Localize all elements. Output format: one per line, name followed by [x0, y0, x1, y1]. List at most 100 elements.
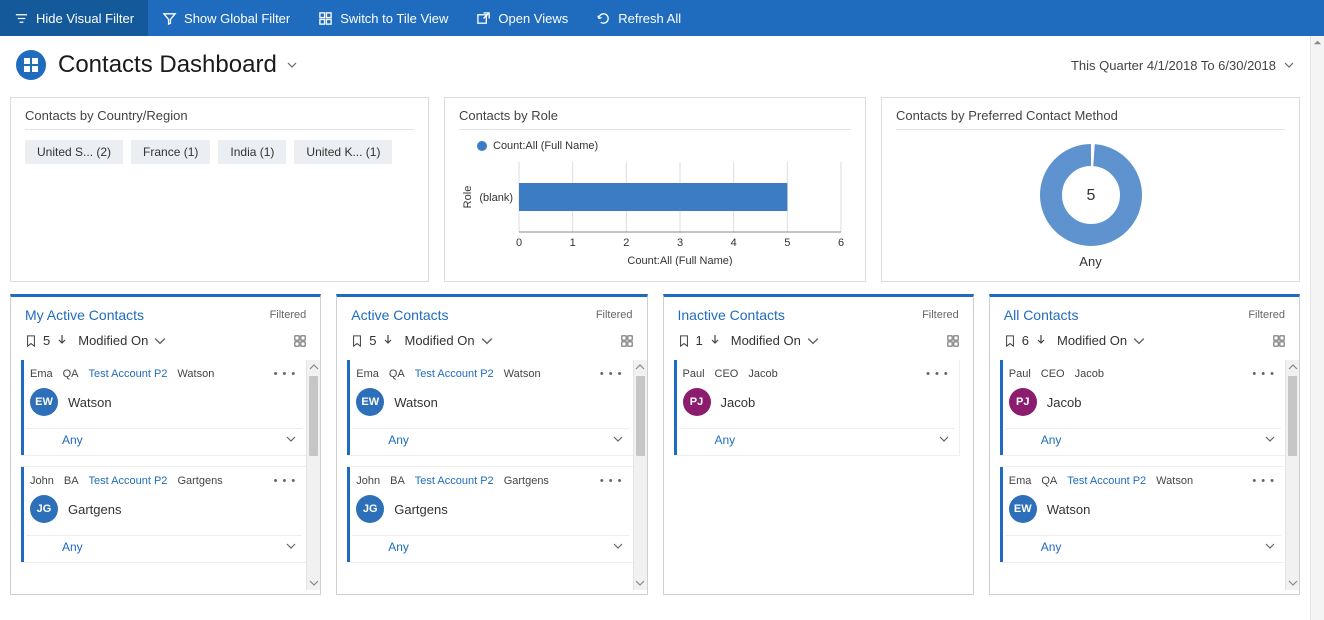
cmd-switch-to-tile-view[interactable]: Switch to Tile View [304, 0, 462, 36]
card-expand-icon[interactable] [1265, 433, 1275, 447]
svg-text:0: 0 [516, 237, 522, 249]
list-title[interactable]: All Contacts [1004, 307, 1079, 323]
panel-country-region: Contacts by Country/Region United S... (… [10, 97, 429, 282]
card-meta: John [30, 475, 54, 487]
avatar: PJ [1009, 388, 1037, 416]
scroll-thumb[interactable] [309, 376, 318, 456]
card-meta: Ema [1009, 475, 1032, 487]
card-meta[interactable]: Test Account P2 [89, 475, 168, 487]
sort-field[interactable]: Modified On [78, 333, 166, 348]
avatar: JG [356, 495, 384, 523]
card-meta: Watson [504, 368, 541, 380]
scroll-up-icon[interactable] [1286, 360, 1299, 374]
chip[interactable]: France (1) [131, 140, 210, 164]
contact-card[interactable]: JohnBATest Account P2Gartgens • • • JG G… [347, 467, 632, 562]
stream-icon[interactable] [1004, 335, 1016, 347]
cmd-refresh-all[interactable]: Refresh All [582, 0, 695, 36]
list-title[interactable]: Active Contacts [351, 307, 448, 323]
contact-card[interactable]: EmaQATest Account P2Watson • • • EW Wats… [21, 360, 306, 455]
card-meta[interactable]: Test Account P2 [415, 368, 494, 380]
sort-dir-icon[interactable] [56, 333, 68, 348]
stream-icon[interactable] [351, 335, 363, 347]
card-meta[interactable]: Test Account P2 [89, 368, 168, 380]
card-expand-icon[interactable] [939, 433, 949, 447]
filtered-label: Filtered [922, 309, 959, 321]
cmd-label: Hide Visual Filter [36, 11, 134, 26]
sort-dir-icon[interactable] [382, 333, 394, 348]
avatar: JG [30, 495, 58, 523]
card-meta: Gartgens [504, 475, 549, 487]
bar-chart[interactable]: 0123456(blank)RoleCount:All (Full Name) [459, 156, 851, 266]
list-scrollbar[interactable] [633, 360, 647, 590]
scroll-down-icon[interactable] [634, 576, 647, 590]
legend-label: Count:All (Full Name) [493, 140, 598, 152]
svg-text:Count:All (Full Name): Count:All (Full Name) [627, 255, 732, 266]
card-more-icon[interactable]: • • • [272, 368, 299, 380]
card-expand-icon[interactable] [286, 540, 296, 554]
card-more-icon[interactable]: • • • [1250, 475, 1277, 487]
card-more-icon[interactable]: • • • [924, 368, 951, 380]
sort-field[interactable]: Modified On [731, 333, 819, 348]
card-meta: Paul [683, 368, 705, 380]
card-more-icon[interactable]: • • • [598, 368, 625, 380]
title-dropdown[interactable] [287, 60, 297, 70]
list-title[interactable]: Inactive Contacts [678, 307, 785, 323]
sort-field[interactable]: Modified On [404, 333, 492, 348]
cmd-open-views[interactable]: Open Views [462, 0, 582, 36]
card-name: Gartgens [394, 502, 447, 517]
list-title[interactable]: My Active Contacts [25, 307, 144, 323]
card-expand-icon[interactable] [1265, 540, 1275, 554]
svg-text:5: 5 [784, 237, 790, 249]
list-scrollbar[interactable] [1285, 360, 1299, 590]
scroll-thumb[interactable] [1288, 376, 1297, 456]
contact-card[interactable]: JohnBATest Account P2Gartgens • • • JG G… [21, 467, 306, 562]
card-meta[interactable]: Test Account P2 [415, 475, 494, 487]
cmd-show-global-filter[interactable]: Show Global Filter [148, 0, 304, 36]
visual-filters-row: Contacts by Country/Region United S... (… [0, 92, 1310, 288]
scroll-down-icon[interactable] [307, 576, 320, 590]
donut-label: Any [1079, 254, 1101, 269]
scroll-up-icon[interactable] [307, 360, 320, 374]
filtered-label: Filtered [1248, 309, 1285, 321]
card-more-icon[interactable]: • • • [598, 475, 625, 487]
chip[interactable]: India (1) [218, 140, 286, 164]
card-meta: Watson [177, 368, 214, 380]
contact-card[interactable]: EmaQATest Account P2Watson • • • EW Wats… [1000, 467, 1285, 562]
contact-card[interactable]: PaulCEOJacob • • • PJ Jacob Any [674, 360, 959, 455]
card-expand-icon[interactable] [286, 433, 296, 447]
donut-chart[interactable]: 5 [1036, 140, 1146, 250]
card-expand-icon[interactable] [613, 433, 623, 447]
sort-dir-icon[interactable] [709, 333, 721, 348]
card-expand-icon[interactable] [613, 540, 623, 554]
stream-icon[interactable] [25, 335, 37, 347]
page-scrollbar[interactable] [1310, 36, 1324, 620]
contact-card[interactable]: EmaQATest Account P2Watson • • • EW Wats… [347, 360, 632, 455]
sort-dir-icon[interactable] [1035, 333, 1047, 348]
card-meta: Paul [1009, 368, 1031, 380]
card-more-icon[interactable]: • • • [272, 475, 299, 487]
card-meta: CEO [715, 368, 739, 380]
scroll-up-icon[interactable] [634, 360, 647, 374]
list-scrollbar[interactable] [306, 360, 320, 590]
card-meta: Jacob [1075, 368, 1104, 380]
date-range-selector[interactable]: This Quarter 4/1/2018 To 6/30/2018 [1071, 58, 1294, 73]
scroll-up-icon[interactable] [1313, 38, 1322, 47]
sort-field[interactable]: Modified On [1057, 333, 1145, 348]
chip[interactable]: United S... (2) [25, 140, 123, 164]
card-meta: BA [64, 475, 79, 487]
view-switch-icon[interactable] [1273, 335, 1285, 347]
view-switch-icon[interactable] [621, 335, 633, 347]
dashboard-icon [16, 50, 46, 80]
contact-card[interactable]: PaulCEOJacob • • • PJ Jacob Any [1000, 360, 1285, 455]
cmd-hide-visual-filter[interactable]: Hide Visual Filter [0, 0, 148, 36]
chip[interactable]: United K... (1) [294, 140, 392, 164]
stream-icon[interactable] [678, 335, 690, 347]
view-switch-icon[interactable] [294, 335, 306, 347]
scroll-down-icon[interactable] [1286, 576, 1299, 590]
card-more-icon[interactable]: • • • [1250, 368, 1277, 380]
card-meta: QA [63, 368, 79, 380]
card-meta[interactable]: Test Account P2 [1067, 475, 1146, 487]
scroll-thumb[interactable] [636, 376, 645, 456]
chart-legend: Count:All (Full Name) [477, 140, 851, 152]
view-switch-icon[interactable] [947, 335, 959, 347]
